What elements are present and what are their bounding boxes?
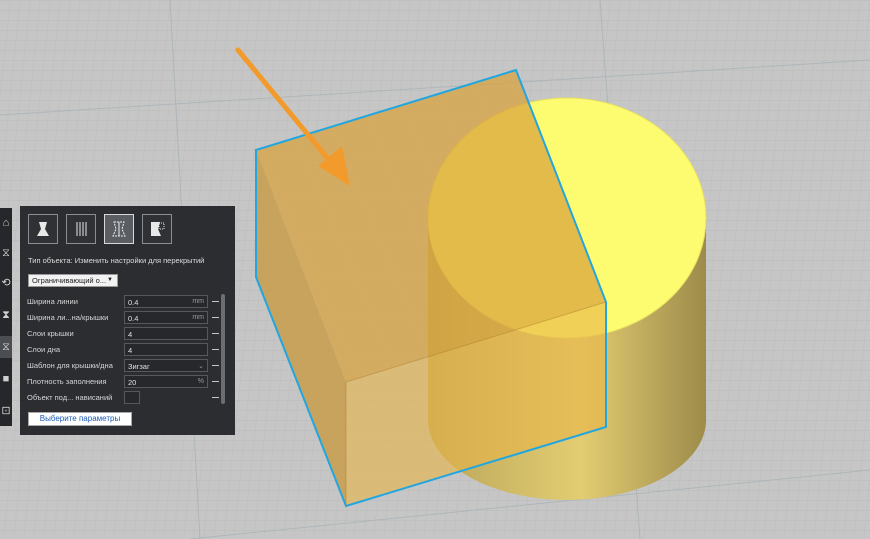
setting-checkbox[interactable] — [124, 391, 140, 404]
remove-setting-icon[interactable] — [212, 349, 219, 350]
support-blocker-icon[interactable]: ■ — [0, 368, 12, 390]
settings-scrollbar[interactable] — [221, 294, 225, 404]
setting-label: Ширина ли...на/крышки — [27, 313, 109, 322]
setting-unit: mm — [192, 314, 204, 321]
chevron-down-icon: ⌄ — [198, 363, 204, 370]
remove-setting-icon[interactable] — [212, 381, 219, 382]
setting-input[interactable]: 4 — [124, 343, 208, 356]
setting-row-top-layers: Слои крышки 4 — [20, 326, 225, 342]
setting-value: Зигзаг — [128, 362, 150, 371]
setting-label: Слои дна — [27, 345, 61, 354]
setting-input[interactable]: 0.4 mm — [124, 295, 208, 308]
setting-input[interactable]: 20 % — [124, 375, 208, 388]
tool-strip: ⌂ ⧖ ⟲ ⧗ ⧖ ■ ⊡ — [0, 208, 12, 426]
setting-row-top-bottom-pattern: Шаблон для крышки/дна Зигзаг ⌄ — [20, 358, 225, 374]
setting-value: 20 — [128, 378, 137, 387]
setting-label: Ширина линии — [27, 297, 78, 306]
rotate-icon[interactable]: ⟲ — [0, 272, 12, 294]
per-model-settings-icon[interactable]: ⧖ — [0, 336, 12, 358]
setting-unit: mm — [192, 298, 204, 305]
chevron-down-icon: ▼ — [107, 277, 113, 283]
setting-unit: % — [197, 378, 204, 385]
tool-icon[interactable]: ⊡ — [0, 400, 12, 422]
mirror-icon[interactable]: ⧗ — [0, 304, 12, 326]
setting-label: Объект под... нависаний — [27, 393, 113, 402]
setting-label: Плотность заполнения — [27, 377, 107, 386]
setting-row-overhang-object: Объект под... нависаний — [20, 390, 225, 406]
remove-setting-icon[interactable] — [212, 301, 219, 302]
remove-setting-icon[interactable] — [212, 365, 219, 366]
modify-overlap-settings-button[interactable] — [104, 214, 134, 244]
settings-preset-dropdown[interactable]: Ограничивающий о... ▼ — [28, 274, 118, 287]
print-as-support-icon — [76, 222, 87, 236]
setting-row-line-width: Ширина линии 0.4 mm — [20, 294, 225, 310]
setting-label: Шаблон для крышки/дна — [27, 361, 113, 370]
setting-value: 0.4 — [128, 298, 139, 307]
remove-setting-icon[interactable] — [212, 397, 219, 398]
setting-row-infill-density: Плотность заполнения 20 % — [20, 374, 225, 390]
setting-input[interactable]: 4 — [124, 327, 208, 340]
setting-value: 0.4 — [128, 314, 139, 323]
normal-model-icon — [37, 222, 49, 236]
remove-setting-icon[interactable] — [212, 333, 219, 334]
print-as-support-button[interactable] — [66, 214, 96, 244]
move-icon[interactable]: ⌂ — [0, 212, 12, 234]
anti-overhang-mesh-icon — [151, 222, 165, 236]
modify-overlap-settings-icon — [112, 221, 126, 237]
setting-label: Слои крышки — [27, 329, 74, 338]
setting-select[interactable]: Зигзаг ⌄ — [124, 359, 208, 372]
remove-setting-icon[interactable] — [212, 317, 219, 318]
per-model-settings-panel: Тип объекта: Изменить настройки для пере… — [20, 206, 235, 435]
setting-input[interactable]: 0.4 mm — [124, 311, 208, 324]
setting-value: 4 — [128, 330, 133, 339]
dropdown-value: Ограничивающий о... — [32, 276, 107, 285]
setting-value: 4 — [128, 346, 133, 355]
setting-row-bottom-layers: Слои дна 4 — [20, 342, 225, 358]
anti-overhang-mesh-button[interactable] — [142, 214, 172, 244]
scale-icon[interactable]: ⧖ — [0, 242, 12, 264]
mesh-type-label: Тип объекта: Изменить настройки для пере… — [28, 256, 205, 265]
normal-model-button[interactable] — [28, 214, 58, 244]
select-settings-button[interactable]: Выберите параметры — [28, 412, 132, 426]
setting-row-top-bottom-line-width: Ширина ли...на/крышки 0.4 mm — [20, 310, 225, 326]
